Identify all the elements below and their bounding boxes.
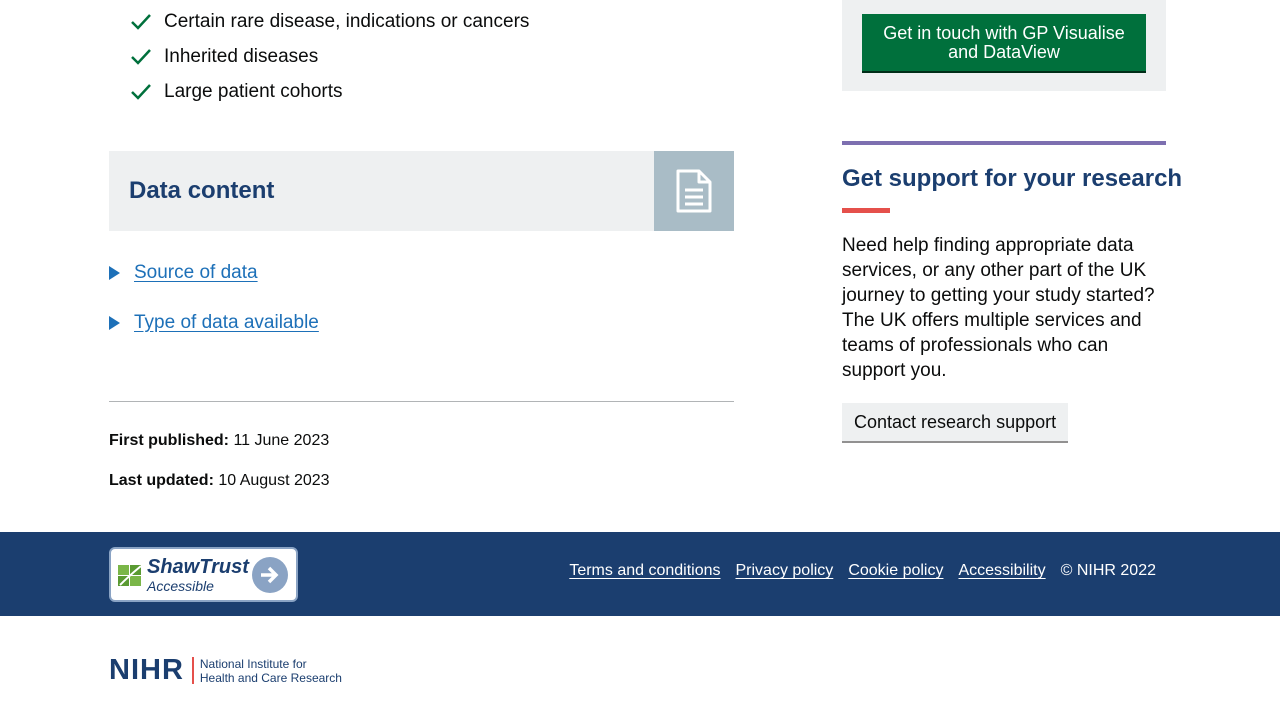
nihr-logo-line2: Health and Care Research [199, 670, 342, 685]
details-source-of-data[interactable]: Source of data [109, 260, 258, 286]
data-content-panel: Data content [109, 151, 734, 231]
first-published: First published: 11 June 2023 [109, 432, 329, 450]
footer-link-terms[interactable]: Terms and conditions [569, 562, 720, 580]
nihr-logo-line1: National Institute for [199, 656, 307, 671]
document-icon [654, 151, 734, 231]
list-item: Inherited diseases [130, 39, 529, 74]
section-divider [109, 401, 734, 402]
page: Certain rare disease, indications or can… [0, 0, 1280, 720]
details-summary-link[interactable]: Source of data [134, 262, 258, 284]
nihr-logo[interactable]: NIHR National Institute for Health and C… [109, 654, 342, 687]
get-in-touch-button[interactable]: Get in touch with GP Visualise and DataV… [862, 14, 1146, 73]
footer-link-accessibility[interactable]: Accessibility [958, 562, 1045, 580]
shaw-trust-text: ShawTrust Accessible [147, 557, 249, 593]
details-summary[interactable]: Type of data available [109, 310, 319, 336]
support-text: Need help finding appropriate data servi… [842, 235, 1155, 381]
list-item-label: Certain rare disease, indications or can… [164, 10, 530, 32]
list-item: Large patient cohorts [130, 74, 529, 109]
last-updated: Last updated: 10 August 2023 [109, 472, 330, 490]
list-item: Certain rare disease, indications or can… [130, 4, 529, 39]
contact-research-support-button[interactable]: Contact research support [842, 403, 1069, 443]
details-summary-link[interactable]: Type of data available [134, 312, 319, 334]
details-type-of-data[interactable]: Type of data available [109, 310, 319, 336]
details-summary[interactable]: Source of data [109, 260, 258, 286]
shaw-trust-accessible-badge[interactable]: ShawTrust Accessible [109, 547, 298, 602]
first-published-value: 11 June 2023 [233, 432, 330, 449]
triangle-right-icon [109, 316, 120, 330]
copyright: © NIHR 2022 [1060, 562, 1156, 579]
last-updated-value: 10 August 2023 [218, 472, 330, 489]
checkmark-icon [130, 82, 152, 102]
arrow-right-icon [252, 557, 288, 593]
list-item-label: Inherited diseases [164, 45, 319, 67]
footer-link-cookies[interactable]: Cookie policy [848, 562, 943, 580]
checkmark-icon [130, 12, 152, 32]
last-updated-label: Last updated: [109, 472, 214, 489]
contact-box: Get in touch with GP Visualise and DataV… [842, 0, 1166, 91]
shaw-trust-name: ShawTrust [147, 555, 249, 578]
nihr-logo-divider [191, 657, 194, 684]
checkmark-icon [130, 47, 152, 67]
shaw-trust-leaf-icon [118, 564, 142, 586]
support-accent-bar [842, 208, 890, 213]
footer: ShawTrust Accessible Terms and condition… [0, 532, 1280, 616]
nihr-logo-mark: NIHR [109, 654, 184, 686]
nihr-logo-text: National Institute for Health and Care R… [200, 657, 342, 685]
eligibility-list: Certain rare disease, indications or can… [130, 4, 529, 109]
footer-nav: Terms and conditions Privacy policy Cook… [569, 562, 1156, 580]
data-content-title: Data content [129, 177, 275, 204]
footer-link-privacy[interactable]: Privacy policy [736, 562, 834, 580]
support-top-rule [842, 141, 1166, 145]
list-item-label: Large patient cohorts [164, 80, 343, 102]
triangle-right-icon [109, 266, 120, 280]
first-published-label: First published: [109, 432, 229, 449]
support-title: Get support for your research [842, 165, 1183, 192]
shaw-trust-sub: Accessible [147, 577, 214, 594]
